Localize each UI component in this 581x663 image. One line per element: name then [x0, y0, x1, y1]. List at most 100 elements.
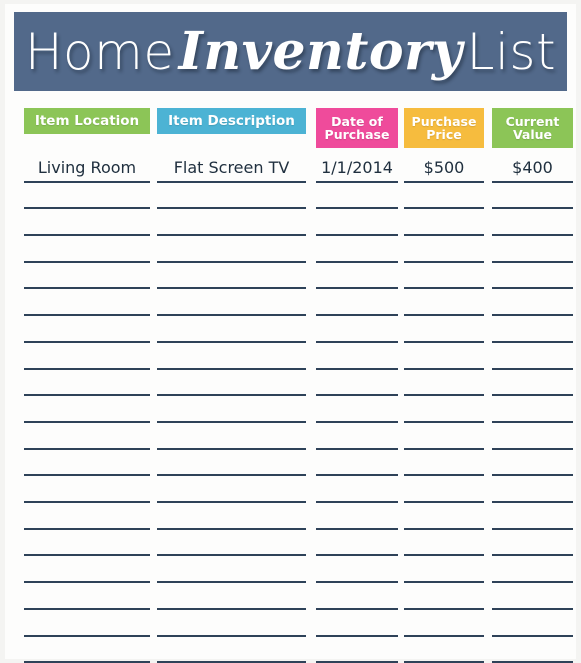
table-cell-empty[interactable]: [492, 476, 573, 504]
table-cell-empty[interactable]: [492, 396, 573, 423]
table-cell-empty[interactable]: [157, 583, 306, 610]
table-cell-empty[interactable]: [492, 263, 573, 290]
table-cell-empty[interactable]: [157, 263, 306, 290]
table-cell-empty[interactable]: [404, 316, 484, 343]
table-cell-price[interactable]: $500: [404, 156, 484, 183]
table-cell-empty[interactable]: [24, 530, 150, 557]
table-cell-empty[interactable]: [492, 503, 573, 530]
table-cell-empty[interactable]: [157, 343, 306, 370]
table-cell-empty[interactable]: [492, 316, 573, 343]
table-cell-empty[interactable]: [316, 423, 398, 450]
table-cell-empty[interactable]: [24, 610, 150, 637]
table-cell-empty[interactable]: [316, 290, 398, 317]
table-cell-empty[interactable]: [404, 450, 484, 477]
table-cell-empty[interactable]: [316, 396, 398, 423]
title-banner: HomeInventoryList: [14, 12, 567, 91]
table-cell-empty[interactable]: [492, 610, 573, 637]
table-cell-empty[interactable]: [316, 557, 398, 584]
table-cell-empty[interactable]: [157, 236, 306, 263]
table-cell-empty[interactable]: [24, 290, 150, 317]
table-cell-empty[interactable]: [24, 450, 150, 477]
table-cell-empty[interactable]: [157, 316, 306, 343]
table-cell-empty[interactable]: [404, 263, 484, 290]
table-cell-empty[interactable]: [404, 290, 484, 317]
table-cell-value[interactable]: $400: [492, 156, 573, 183]
table-cell-empty[interactable]: [316, 583, 398, 610]
column-header-line2: Value: [512, 127, 553, 142]
table-cell-empty[interactable]: [24, 503, 150, 530]
table-cell-empty[interactable]: [157, 183, 306, 210]
table-cell-empty[interactable]: [24, 183, 150, 210]
table-cell-empty[interactable]: [404, 583, 484, 610]
table-cell-empty[interactable]: [492, 209, 573, 237]
table-cell-empty[interactable]: [24, 557, 150, 584]
table-cell-empty[interactable]: [157, 637, 306, 663]
table-cell-empty[interactable]: [404, 530, 484, 557]
table-cell-description[interactable]: Flat Screen TV: [157, 156, 306, 183]
table-cell-empty[interactable]: [492, 450, 573, 477]
table-cell-empty[interactable]: [157, 370, 306, 397]
table-cell-empty[interactable]: [316, 530, 398, 557]
table-cell-empty[interactable]: [404, 236, 484, 263]
table-cell-empty[interactable]: [316, 236, 398, 263]
table-cell-empty[interactable]: [24, 396, 150, 423]
table-cell-empty[interactable]: [404, 183, 484, 210]
table-cell-empty[interactable]: [157, 450, 306, 477]
table-cell-empty[interactable]: [492, 423, 573, 450]
table-cell-empty[interactable]: [404, 370, 484, 397]
table-cell-empty[interactable]: [316, 450, 398, 477]
table-cell-empty[interactable]: [404, 637, 484, 663]
table-cell-date[interactable]: 1/1/2014: [316, 156, 398, 183]
table-cell-empty[interactable]: [316, 610, 398, 637]
table-cell-empty[interactable]: [492, 183, 573, 210]
table-cell-empty[interactable]: [157, 476, 306, 504]
table-cell-empty[interactable]: [157, 503, 306, 530]
table-cell-empty[interactable]: [316, 209, 398, 237]
table-cell-empty[interactable]: [492, 290, 573, 317]
table-cell-empty[interactable]: [24, 236, 150, 263]
table-cell-empty[interactable]: [404, 503, 484, 530]
column-header-description: Item Description: [157, 108, 306, 134]
table-cell-empty[interactable]: [404, 423, 484, 450]
table-cell-empty[interactable]: [316, 263, 398, 290]
table-cell-empty[interactable]: [404, 610, 484, 637]
table-cell-empty[interactable]: [157, 530, 306, 557]
table-cell-empty[interactable]: [157, 557, 306, 584]
table-cell-empty[interactable]: [492, 557, 573, 584]
table-cell-empty[interactable]: [316, 637, 398, 663]
table-cell-empty[interactable]: [157, 423, 306, 450]
table-cell-empty[interactable]: [492, 370, 573, 397]
column-header-line2: Price: [426, 127, 462, 142]
table-cell-empty[interactable]: [157, 209, 306, 237]
table-cell-empty[interactable]: [316, 503, 398, 530]
table-cell-empty[interactable]: [157, 290, 306, 317]
table-cell-empty[interactable]: [157, 610, 306, 637]
table-cell-empty[interactable]: [24, 423, 150, 450]
table-cell-empty[interactable]: [492, 343, 573, 370]
table-cell-empty[interactable]: [316, 370, 398, 397]
table-cell-empty[interactable]: [316, 476, 398, 504]
table-cell-empty[interactable]: [404, 343, 484, 370]
table-cell-empty[interactable]: [404, 209, 484, 237]
table-cell-empty[interactable]: [316, 183, 398, 210]
table-cell-empty[interactable]: [24, 263, 150, 290]
table-cell-location[interactable]: Living Room: [24, 156, 150, 183]
table-cell-empty[interactable]: [492, 583, 573, 610]
column-header-value: Current Value: [492, 108, 573, 148]
table-cell-empty[interactable]: [316, 316, 398, 343]
table-cell-empty[interactable]: [492, 236, 573, 263]
table-cell-empty[interactable]: [492, 637, 573, 663]
table-cell-empty[interactable]: [404, 476, 484, 504]
table-cell-empty[interactable]: [24, 209, 150, 237]
table-cell-empty[interactable]: [492, 530, 573, 557]
table-cell-empty[interactable]: [24, 370, 150, 397]
table-cell-empty[interactable]: [24, 637, 150, 663]
table-cell-empty[interactable]: [404, 396, 484, 423]
table-cell-empty[interactable]: [157, 396, 306, 423]
table-cell-empty[interactable]: [404, 557, 484, 584]
table-cell-empty[interactable]: [24, 583, 150, 610]
table-cell-empty[interactable]: [24, 343, 150, 370]
table-cell-empty[interactable]: [24, 476, 150, 504]
table-cell-empty[interactable]: [316, 343, 398, 370]
table-cell-empty[interactable]: [24, 316, 150, 343]
